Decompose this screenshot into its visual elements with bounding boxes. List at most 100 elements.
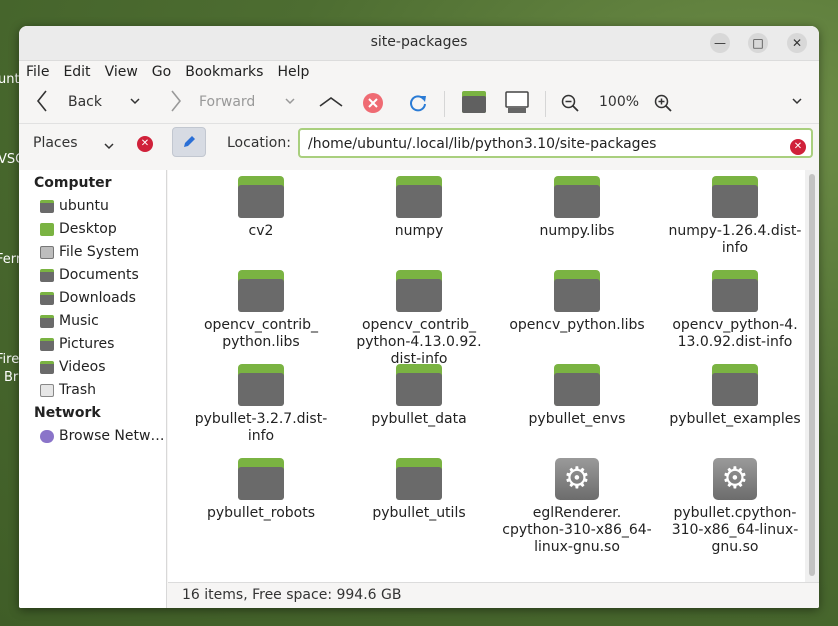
- drive-icon: [40, 246, 54, 259]
- file-name: cv2: [248, 223, 274, 239]
- computer-view-icon[interactable]: [505, 91, 529, 119]
- file-item[interactable]: pybullet_utils: [340, 458, 498, 552]
- menu-bar: File Edit View Go Bookmarks Help: [19, 61, 819, 83]
- file-item[interactable]: opencv_python-4. 13.0.92.dist-info: [656, 270, 814, 364]
- places-sidebar: Computer ubuntu Desktop File System Docu…: [19, 170, 167, 608]
- file-item[interactable]: numpy-1.26.4.dist-info: [656, 176, 814, 270]
- folder-icon: [712, 176, 758, 218]
- home-folder-icon: [40, 200, 54, 213]
- zoom-in-icon[interactable]: [654, 94, 672, 116]
- file-item[interactable]: pybullet_robots: [182, 458, 340, 552]
- folder-icon: [238, 364, 284, 406]
- zoom-out-icon[interactable]: [561, 94, 579, 116]
- file-manager-window: site-packages — □ ✕ File Edit View Go Bo…: [19, 26, 819, 608]
- file-name: numpy-1.26.4.dist-info: [668, 223, 802, 256]
- menu-file[interactable]: File: [26, 64, 49, 80]
- places-chevron-icon[interactable]: [103, 137, 115, 156]
- folder-view-icon[interactable]: [462, 91, 486, 117]
- shared-library-gear-icon: ⚙: [713, 458, 757, 500]
- stop-icon[interactable]: [362, 92, 384, 118]
- file-item[interactable]: pybullet_envs: [498, 364, 656, 458]
- dock-label: unt: [0, 72, 20, 87]
- menu-help[interactable]: Help: [277, 64, 309, 80]
- sidebar-heading-network: Network: [34, 405, 101, 421]
- toggle-location-entry-button[interactable]: [172, 127, 206, 157]
- close-sidebar-icon[interactable]: ✕: [137, 136, 153, 152]
- maximize-button[interactable]: □: [748, 33, 768, 53]
- desktop-icon: [40, 223, 54, 236]
- file-name: opencv_contrib_ python-4.13.0.92. dist-inf…: [356, 317, 482, 367]
- file-item[interactable]: opencv_contrib_ python.libs: [182, 270, 340, 364]
- file-item[interactable]: pybullet_examples: [656, 364, 814, 458]
- places-label[interactable]: Places: [33, 135, 78, 151]
- trash-icon: [40, 384, 54, 397]
- toolbar-overflow-chevron-icon[interactable]: [791, 95, 803, 111]
- menu-go[interactable]: Go: [152, 64, 171, 80]
- file-name: opencv_python-4. 13.0.92.dist-info: [672, 317, 798, 350]
- file-name: pybullet.cpython- 310-x86_64-linux-gnu.so: [671, 505, 799, 555]
- dock-label: Fire: [0, 352, 20, 367]
- menu-edit[interactable]: Edit: [63, 64, 90, 80]
- back-arrow-icon[interactable]: [35, 89, 49, 117]
- file-name: numpy: [394, 223, 444, 239]
- zoom-level[interactable]: 100%: [599, 94, 639, 110]
- folder-icon: [396, 364, 442, 406]
- sidebar-item-documents[interactable]: Documents: [19, 264, 166, 287]
- folder-icon: [554, 176, 600, 218]
- back-history-chevron-icon[interactable]: [129, 95, 141, 111]
- window-title: site-packages: [370, 34, 468, 50]
- scrollbar-thumb[interactable]: [809, 174, 815, 576]
- minimize-button[interactable]: —: [710, 33, 730, 53]
- folder-icon: [238, 270, 284, 312]
- sidebar-item-desktop[interactable]: Desktop: [19, 218, 166, 241]
- sidebar-item-browse-network[interactable]: Browse Netw…: [19, 425, 166, 448]
- menu-bookmarks[interactable]: Bookmarks: [185, 64, 263, 80]
- sidebar-item-ubuntu[interactable]: ubuntu: [19, 195, 166, 218]
- clear-location-icon[interactable]: ✕: [790, 139, 806, 155]
- title-bar[interactable]: site-packages — □ ✕: [19, 26, 819, 61]
- status-bar: 16 items, Free space: 994.6 GB: [168, 582, 819, 608]
- file-item[interactable]: opencv_python.libs: [498, 270, 656, 364]
- sidebar-item-pictures[interactable]: Pictures: [19, 333, 166, 356]
- vertical-scrollbar[interactable]: [805, 170, 819, 582]
- folder-icon: [554, 270, 600, 312]
- file-name: pybullet_utils: [372, 505, 466, 521]
- file-name: pybullet_examples: [669, 411, 801, 427]
- sidebar-item-music[interactable]: Music: [19, 310, 166, 333]
- sidebar-item-downloads[interactable]: Downloads: [19, 287, 166, 310]
- file-name: pybullet_envs: [528, 411, 626, 427]
- file-item[interactable]: opencv_contrib_ python-4.13.0.92. dist-inf…: [340, 270, 498, 367]
- forward-history-chevron-icon[interactable]: [284, 95, 296, 111]
- reload-icon[interactable]: [408, 93, 428, 117]
- file-item[interactable]: ⚙ pybullet.cpython- 310-x86_64-linux-gnu.s…: [656, 458, 814, 555]
- location-input[interactable]: /home/ubuntu/.local/lib/python3.10/site-…: [298, 128, 813, 158]
- toolbar-separator: [444, 91, 445, 117]
- places-header: Places ✕: [19, 124, 167, 162]
- file-name: opencv_contrib_ python.libs: [203, 317, 319, 350]
- file-item[interactable]: pybullet-3.2.7.dist-info: [182, 364, 340, 458]
- forward-button[interactable]: Forward: [199, 94, 255, 110]
- sidebar-item-videos[interactable]: Videos: [19, 356, 166, 379]
- back-button[interactable]: Back: [68, 94, 102, 110]
- file-item[interactable]: numpy.libs: [498, 176, 656, 270]
- sidebar-item-trash[interactable]: Trash: [19, 379, 166, 402]
- forward-arrow-icon[interactable]: [169, 89, 183, 117]
- sidebar-item-file-system[interactable]: File System: [19, 241, 166, 264]
- file-name: eglRenderer. cpython-310-x86_64- linux-gnu…: [502, 505, 652, 555]
- file-name: pybullet_data: [371, 411, 467, 427]
- location-label: Location:: [227, 135, 291, 151]
- file-icon-view[interactable]: cv2 numpy numpy.libs numpy-1.26.4.dist-info…: [168, 170, 819, 582]
- file-item[interactable]: cv2: [182, 176, 340, 270]
- close-button[interactable]: ✕: [787, 33, 807, 53]
- file-name: pybullet_robots: [206, 505, 316, 521]
- folder-icon: [40, 338, 54, 351]
- file-name: numpy.libs: [539, 223, 615, 239]
- file-item[interactable]: numpy: [340, 176, 498, 270]
- menu-view[interactable]: View: [105, 64, 138, 80]
- up-arrow-icon[interactable]: [318, 95, 344, 113]
- folder-icon: [238, 458, 284, 500]
- file-item[interactable]: ⚙ eglRenderer. cpython-310-x86_64- linux-gn…: [498, 458, 656, 555]
- location-bar: Places ✕ Location: /home/ubuntu/.local/l…: [19, 124, 819, 162]
- dock-label: Br: [4, 370, 19, 385]
- file-item[interactable]: pybullet_data: [340, 364, 498, 458]
